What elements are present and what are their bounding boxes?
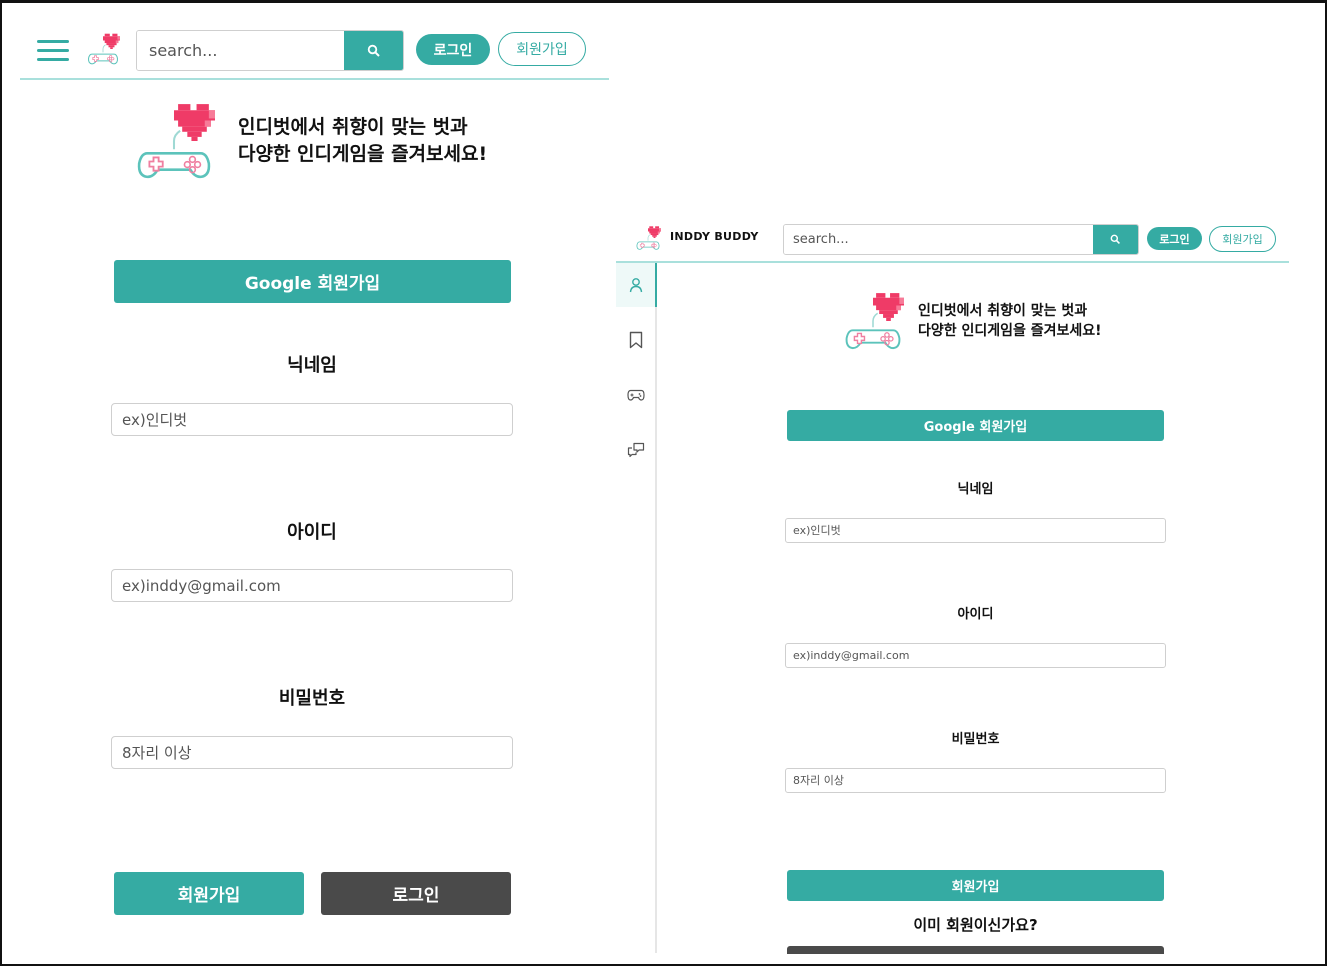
brand-logo[interactable]: [633, 225, 663, 251]
search-icon: [367, 44, 380, 57]
search-button[interactable]: [344, 31, 403, 70]
id-label: 아이디: [287, 522, 337, 543]
id-input[interactable]: [785, 643, 1166, 668]
hero-logo: [845, 292, 906, 350]
hero-logo: [137, 102, 217, 179]
app-logo[interactable]: [84, 32, 122, 66]
sidebar-item-bookmark[interactable]: [616, 318, 655, 362]
search-icon: [1110, 234, 1120, 244]
google-signup-button[interactable]: Google 회원가입: [787, 410, 1164, 441]
nickname-label: 닉네임: [957, 482, 994, 497]
go-login-button[interactable]: [787, 946, 1164, 954]
tagline-line-2: 다양한 인디게임을 즐겨보세요!: [918, 323, 1102, 339]
submit-login-button[interactable]: 로그인: [321, 872, 511, 915]
hero-tagline: 인디벗에서 취향이 맞는 벗과 다양한 인디게임을 즐겨보세요!: [918, 301, 1133, 341]
sidebar-item-games[interactable]: [616, 373, 655, 417]
search-input[interactable]: [137, 31, 346, 70]
search-button[interactable]: [1093, 225, 1138, 254]
sidebar-item-community[interactable]: [616, 428, 655, 472]
google-signup-button[interactable]: Google 회원가입: [114, 260, 511, 303]
search-bar: [783, 224, 1139, 255]
password-input[interactable]: [111, 736, 513, 769]
sidebar-item-profile[interactable]: [616, 263, 657, 307]
password-label: 비밀번호: [278, 688, 346, 709]
id-label: 아이디: [957, 607, 994, 622]
password-label: 비밀번호: [951, 732, 1000, 747]
password-input[interactable]: [785, 768, 1166, 793]
login-button[interactable]: 로그인: [1147, 227, 1202, 250]
signup-button[interactable]: 회원가입: [1209, 226, 1276, 252]
hero-tagline: 인디벗에서 취향이 맞는 벗과 다양한 인디게임을 즐겨보세요!: [238, 114, 518, 168]
brand-name[interactable]: INDDY BUDDY: [670, 230, 759, 243]
gamepad-icon: [626, 389, 645, 401]
user-icon: [629, 278, 642, 293]
header-divider: [20, 78, 609, 80]
search-bar: [136, 30, 404, 71]
tagline-line-1: 인디벗에서 취향이 맞는 벗과: [918, 303, 1088, 319]
chat-icon: [627, 442, 644, 458]
submit-signup-button[interactable]: 회원가입: [114, 872, 304, 915]
login-button[interactable]: 로그인: [416, 34, 490, 65]
sidebar: [616, 263, 657, 953]
bookmark-icon: [629, 331, 642, 349]
signup-button[interactable]: 회원가입: [498, 32, 586, 66]
tagline-line-2: 다양한 인디게임을 즐겨보세요!: [238, 143, 488, 165]
tagline-line-1: 인디벗에서 취향이 맞는 벗과: [238, 116, 468, 138]
nickname-input[interactable]: [111, 403, 513, 436]
nickname-input[interactable]: [785, 518, 1166, 543]
submit-signup-button[interactable]: 회원가입: [787, 870, 1164, 901]
nickname-label: 닉네임: [287, 355, 337, 376]
menu-icon[interactable]: [37, 40, 69, 62]
search-input[interactable]: [784, 225, 1094, 254]
header-divider: [616, 261, 1289, 263]
id-input[interactable]: [111, 569, 513, 602]
already-member-text: 이미 회원이신가요?: [913, 916, 1038, 934]
